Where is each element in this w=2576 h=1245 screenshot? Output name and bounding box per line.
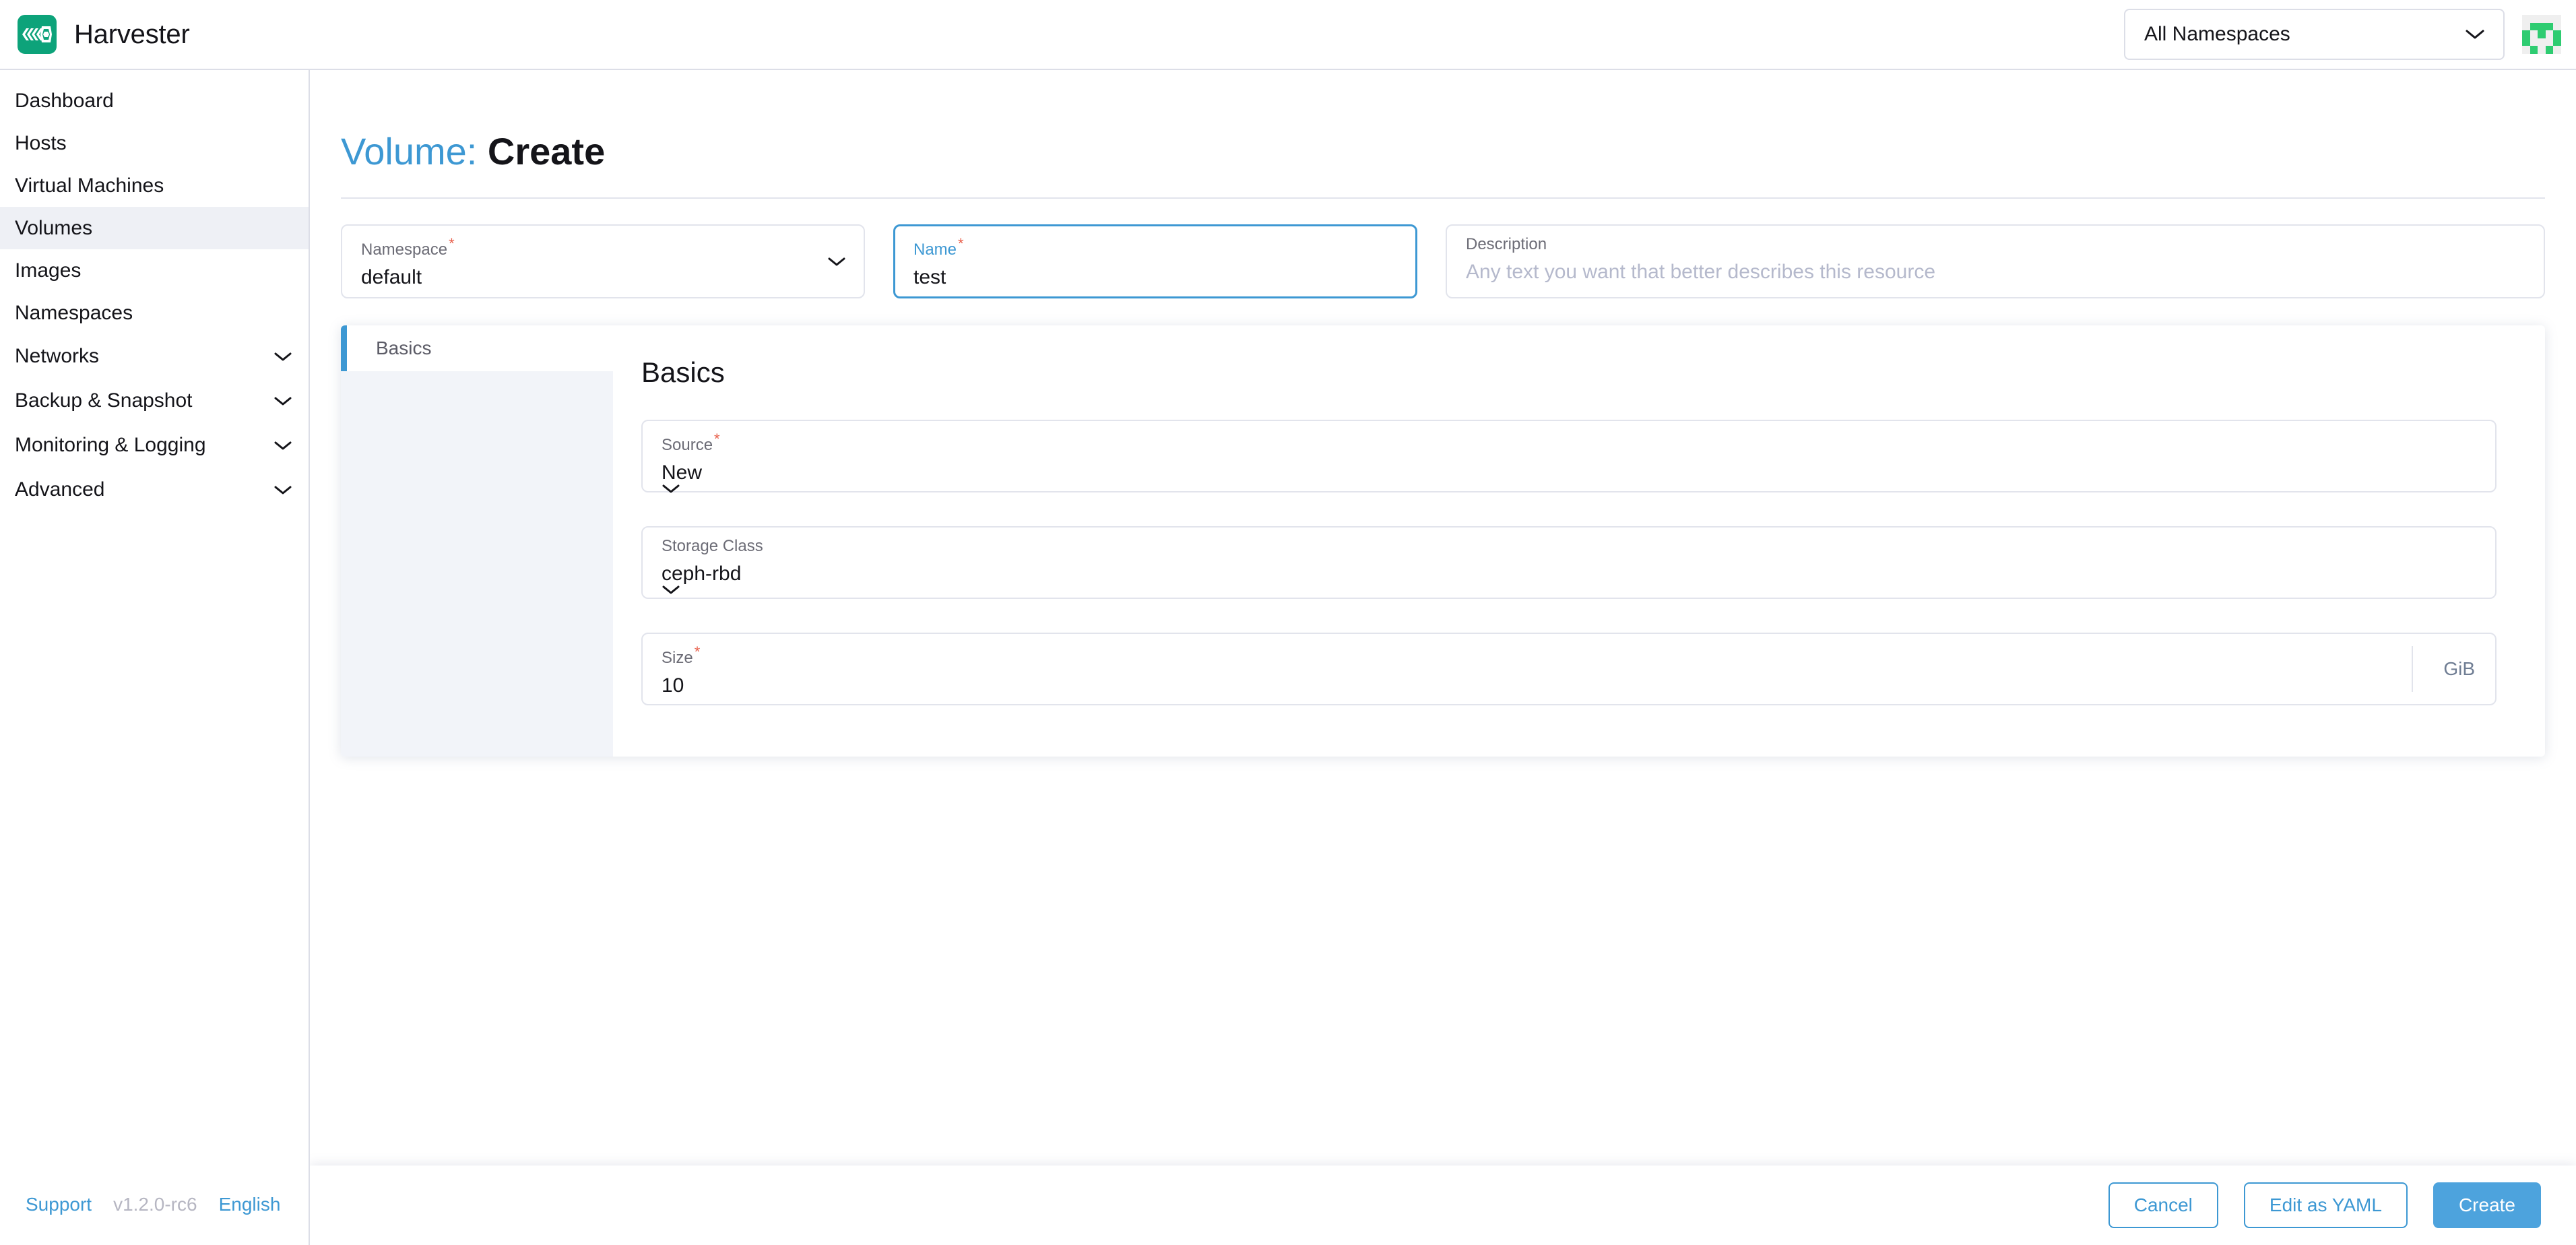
support-link[interactable]: Support xyxy=(26,1194,92,1215)
sidebar-item-label: Namespaces xyxy=(15,302,133,325)
cancel-button[interactable]: Cancel xyxy=(2108,1182,2218,1228)
sidebar-item-label: Monitoring & Logging xyxy=(15,434,206,457)
chevron-down-icon xyxy=(273,395,292,406)
page-title-resource: Volume: xyxy=(341,130,477,172)
header-actions: All Namespaces xyxy=(2124,9,2576,60)
main-scroll-area: Volume: Create Namespace* default xyxy=(310,70,2576,1166)
edit-as-yaml-button[interactable]: Edit as YAML xyxy=(2244,1182,2408,1228)
namespace-filter-value: All Namespaces xyxy=(2144,23,2290,46)
storage-class-select[interactable]: Storage Class ceph-rbd xyxy=(641,526,2497,599)
sidebar-item-volumes[interactable]: Volumes xyxy=(0,207,309,249)
chevron-down-icon xyxy=(662,584,680,595)
tab-panel-basics: Basics Source* New St xyxy=(613,325,2545,757)
chevron-down-icon xyxy=(662,483,680,494)
sidebar-item-dashboard[interactable]: Dashboard xyxy=(0,79,309,122)
user-identicon-avatar[interactable] xyxy=(2522,15,2561,54)
sidebar-item-label: Dashboard xyxy=(15,90,114,113)
tab-basics[interactable]: Basics xyxy=(341,325,613,371)
title-divider xyxy=(341,197,2545,199)
size-unit-label: GiB xyxy=(2443,658,2475,680)
required-marker: * xyxy=(714,430,720,447)
namespace-select[interactable]: Namespace* default xyxy=(341,224,865,298)
source-select[interactable]: Source* New xyxy=(641,420,2497,492)
name-label: Name* xyxy=(913,236,1397,258)
name-value: test xyxy=(913,267,1397,288)
size-input[interactable]: Size* 10 GiB xyxy=(641,633,2497,705)
primary-fields-row: Namespace* default Name* test xyxy=(341,224,2545,298)
storage-class-value: ceph-rbd xyxy=(662,564,2476,584)
sidebar-item-label: Backup & Snapshot xyxy=(15,389,193,412)
action-footer: Cancel Edit as YAML Create xyxy=(310,1166,2576,1245)
description-placeholder: Any text you want that better describes … xyxy=(1466,262,2525,282)
brand-name: Harvester xyxy=(74,20,190,50)
chevron-down-icon xyxy=(273,440,292,451)
sidebar-item-images[interactable]: Images xyxy=(0,249,309,292)
harvester-logo-icon xyxy=(18,15,57,54)
sidebar-footer: Support v1.2.0-rc6 English xyxy=(0,1164,309,1245)
sidebar-item-namespaces[interactable]: Namespaces xyxy=(0,292,309,334)
sidebar-item-label: Advanced xyxy=(15,478,104,501)
description-input[interactable]: Description Any text you want that bette… xyxy=(1446,224,2545,298)
sidebar-item-label: Volumes xyxy=(15,217,92,240)
sidebar-item-networks[interactable]: Networks xyxy=(0,334,309,379)
required-marker: * xyxy=(958,235,964,252)
namespace-value: default xyxy=(361,267,845,288)
namespace-filter-select[interactable]: All Namespaces xyxy=(2124,9,2505,60)
sidebar-nav: Dashboard Hosts Virtual Machines Volumes… xyxy=(0,70,309,512)
chevron-down-icon xyxy=(2466,29,2484,40)
tab-rail: Basics xyxy=(341,325,613,757)
page-title-action: Create xyxy=(488,130,605,172)
storage-class-label: Storage Class xyxy=(662,538,2476,554)
source-label: Source* xyxy=(662,432,2476,453)
namespace-label: Namespace* xyxy=(361,236,845,258)
size-value: 10 xyxy=(662,676,2476,696)
sidebar-item-hosts[interactable]: Hosts xyxy=(0,122,309,164)
language-link[interactable]: English xyxy=(219,1194,281,1215)
chevron-down-icon xyxy=(827,256,846,267)
storage-class-label-text: Storage Class xyxy=(662,537,763,555)
namespace-label-text: Namespace xyxy=(361,241,447,259)
brand[interactable]: Harvester xyxy=(0,15,190,54)
size-label: Size* xyxy=(662,645,2476,666)
name-input[interactable]: Name* test xyxy=(893,224,1417,298)
sidebar-item-advanced[interactable]: Advanced xyxy=(0,468,309,512)
tab-label: Basics xyxy=(376,338,431,359)
size-label-text: Size xyxy=(662,649,693,667)
sidebar-item-label: Virtual Machines xyxy=(15,174,164,197)
tab-card: Basics Basics Source* New xyxy=(341,325,2545,757)
size-unit-divider xyxy=(2412,646,2413,692)
required-marker: * xyxy=(449,235,455,252)
sidebar-item-label: Images xyxy=(15,259,81,282)
top-header: Harvester All Namespaces xyxy=(0,0,2576,70)
panel-title: Basics xyxy=(641,356,2497,389)
main-content: Volume: Create Namespace* default xyxy=(310,70,2576,1245)
source-label-text: Source xyxy=(662,436,713,454)
chevron-down-icon xyxy=(273,484,292,495)
create-button[interactable]: Create xyxy=(2433,1182,2541,1228)
name-label-text: Name xyxy=(913,241,957,259)
sidebar: Dashboard Hosts Virtual Machines Volumes… xyxy=(0,70,310,1245)
chevron-down-icon xyxy=(273,351,292,362)
source-value: New xyxy=(662,463,2476,483)
sidebar-item-monitoring-logging[interactable]: Monitoring & Logging xyxy=(0,423,309,468)
sidebar-item-backup-snapshot[interactable]: Backup & Snapshot xyxy=(0,379,309,423)
page-title: Volume: Create xyxy=(341,70,2545,172)
version-label: v1.2.0-rc6 xyxy=(113,1194,197,1215)
required-marker: * xyxy=(695,643,701,660)
sidebar-item-label: Networks xyxy=(15,345,99,368)
app-root: Harvester All Namespaces xyxy=(0,0,2576,1245)
body: Dashboard Hosts Virtual Machines Volumes… xyxy=(0,70,2576,1245)
sidebar-item-label: Hosts xyxy=(15,132,67,155)
description-label-text: Description xyxy=(1466,235,1547,253)
description-label: Description xyxy=(1466,236,2525,253)
sidebar-item-virtual-machines[interactable]: Virtual Machines xyxy=(0,164,309,207)
